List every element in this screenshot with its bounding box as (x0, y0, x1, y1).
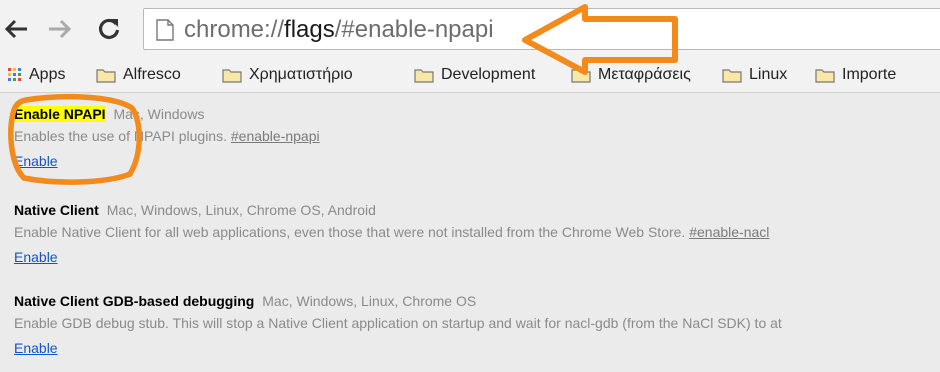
bookmark-label: Μεταφράσεις (598, 66, 691, 83)
experiment-native-client-gdb-debugging: Native Client GDB-based debugging Mac, W… (14, 292, 940, 358)
folder-icon (222, 69, 242, 83)
experiment-native-client: Native Client Mac, Windows, Linux, Chrom… (14, 201, 940, 267)
forward-button[interactable] (42, 11, 76, 47)
experiment-description: Enable GDB debug stub. This will stop a … (14, 315, 782, 331)
experiment-name: Native Client GDB-based debugging (14, 293, 255, 309)
forward-arrow-icon (49, 19, 72, 39)
bookmark-linux[interactable]: Linux (722, 64, 787, 86)
enable-link[interactable]: Enable (14, 249, 58, 265)
bookmark-apps[interactable]: Apps (8, 64, 65, 86)
bookmark-label: Development (441, 66, 536, 83)
address-bar[interactable]: chrome://flags/#enable-npapi (143, 8, 940, 50)
experiment-enable-npapi: Enable NPAPI Mac, Windows Enables the us… (14, 105, 940, 171)
folder-icon (815, 69, 835, 83)
reload-icon (98, 18, 120, 40)
url-path: /#enable-npapi (334, 16, 494, 43)
back-button[interactable] (0, 11, 34, 47)
experiment-tag-link[interactable]: #enable-npapi (231, 128, 320, 144)
url-scheme: chrome:// (184, 16, 285, 43)
experiment-description: Enables the use of NPAPI plugins. (14, 128, 231, 144)
bookmark-development[interactable]: Development (414, 64, 535, 86)
page-icon (156, 19, 174, 41)
bookmark-label: Linux (749, 66, 788, 83)
bookmarks-bar: Apps Alfresco Χρηματιστήριο Development … (0, 58, 940, 93)
folder-icon (722, 69, 742, 83)
bookmark-imported[interactable]: Importe (815, 64, 896, 86)
reload-button[interactable] (92, 11, 126, 47)
bookmark-stock-exchange[interactable]: Χρηματιστήριο (222, 64, 353, 86)
experiment-name: Enable NPAPI (14, 106, 106, 122)
bookmark-alfresco[interactable]: Alfresco (96, 64, 181, 86)
experiment-description: Enable Native Client for all web applica… (14, 224, 690, 240)
experiment-name: Native Client (14, 202, 99, 218)
url-text[interactable]: chrome://flags/#enable-npapi (184, 15, 494, 45)
enable-link[interactable]: Enable (14, 153, 58, 169)
bookmark-label: Importe (842, 66, 897, 83)
bookmark-label: Apps (29, 66, 66, 83)
url-host: flags (284, 16, 335, 43)
experiment-platforms: Mac, Windows, Linux, Chrome OS (262, 293, 477, 309)
flags-page: Enable NPAPI Mac, Windows Enables the us… (0, 93, 940, 372)
bookmark-label: Χρηματιστήριο (249, 66, 353, 83)
folder-icon (96, 69, 116, 83)
browser-toolbar: chrome://flags/#enable-npapi (0, 0, 940, 58)
folder-icon (414, 69, 434, 83)
experiment-tag-link[interactable]: #enable-nacl (689, 224, 769, 240)
apps-grid-icon (8, 68, 21, 81)
experiment-platforms: Mac, Windows, Linux, Chrome OS, Android (106, 202, 376, 218)
enable-link[interactable]: Enable (14, 340, 58, 356)
bookmark-translations[interactable]: Μεταφράσεις (571, 64, 691, 86)
bookmark-label: Alfresco (123, 66, 181, 83)
folder-icon (571, 69, 591, 83)
back-arrow-icon (4, 19, 27, 39)
experiment-platforms: Mac, Windows (113, 106, 205, 122)
